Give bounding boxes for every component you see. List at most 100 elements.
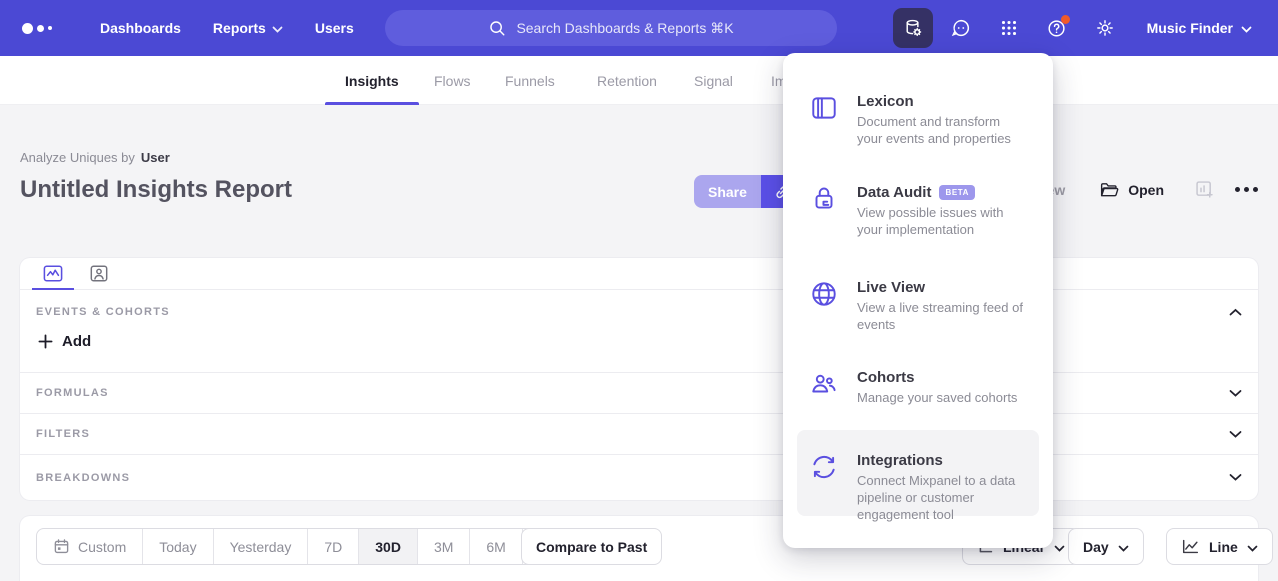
tab-label: Funnels (505, 73, 555, 89)
range-today[interactable]: Today (143, 529, 213, 564)
tab-label: Insights (345, 73, 399, 89)
range-label: 30D (375, 539, 401, 555)
menu-item-title: Lexicon (857, 93, 1027, 110)
logo-dot (22, 23, 33, 34)
builder-tab-row (20, 258, 1258, 290)
tab-events-metrics[interactable] (30, 258, 76, 289)
nav-item-users[interactable]: Users (315, 20, 354, 36)
logo-dot (37, 25, 44, 32)
calendar-icon (53, 538, 70, 555)
range-label: Custom (78, 539, 126, 555)
notification-dot (1061, 15, 1070, 24)
section-formulas[interactable]: FORMULAS (20, 373, 1258, 414)
chevron-down-icon (1054, 539, 1065, 555)
tab-label: Flows (434, 73, 471, 89)
lexicon-icon (807, 93, 841, 127)
nav-item-label: Users (315, 20, 354, 36)
tab-flows[interactable]: Flows (434, 56, 471, 105)
nav-icon-group: Music Finder (885, 0, 1278, 56)
share-button[interactable]: Share (694, 175, 761, 208)
chevron-up-icon[interactable] (1229, 308, 1242, 317)
compare-label: Compare to Past (536, 539, 647, 555)
beta-badge: BETA (939, 185, 975, 200)
menu-item-integrations[interactable]: Integrations Connect Mixpanel to a data … (797, 430, 1039, 516)
tab-retention[interactable]: Retention (597, 56, 657, 105)
integrations-sync-icon (807, 452, 841, 486)
page-title[interactable]: Untitled Insights Report (20, 176, 292, 204)
database-gear-icon (902, 17, 924, 39)
mixpanel-logo[interactable] (22, 23, 68, 34)
menu-item-desc: Connect Mixpanel to a data pipeline or c… (857, 472, 1027, 523)
chevron-down-icon (1229, 430, 1242, 439)
compare-to-past-button[interactable]: Compare to Past (521, 528, 662, 565)
chart-add-icon (1194, 179, 1215, 200)
help-button[interactable] (1037, 8, 1077, 48)
range-label: Yesterday (230, 539, 292, 555)
menu-item-live-view[interactable]: Live View View a live streaming feed of … (797, 269, 1039, 343)
menu-item-cohorts[interactable]: Cohorts Manage your saved cohorts (797, 359, 1039, 416)
range-7d[interactable]: 7D (308, 529, 359, 564)
menu-item-lexicon[interactable]: Lexicon Document and transform your even… (797, 83, 1039, 157)
subtitle-value[interactable]: User (141, 150, 170, 165)
nav-item-reports[interactable]: Reports (213, 20, 283, 36)
menu-item-desc: Manage your saved cohorts (857, 389, 1017, 406)
feedback-bubble-icon (950, 17, 972, 39)
tab-funnels[interactable]: Funnels (505, 56, 555, 105)
menu-item-desc: Document and transform your events and p… (857, 113, 1027, 147)
chevron-down-icon (1229, 389, 1242, 398)
line-chart-icon (1181, 538, 1200, 555)
range-3m[interactable]: 3M (418, 529, 470, 564)
report-tab-bar: Insights Flows Funnels Retention Signal … (0, 56, 1278, 105)
range-label: Today (159, 539, 196, 555)
section-label: BREAKDOWNS (36, 472, 130, 484)
top-navigation-bar: Dashboards Reports Users Search Dashboar… (0, 0, 1278, 56)
data-management-button[interactable] (893, 8, 933, 48)
data-management-menu: Lexicon Document and transform your even… (783, 53, 1053, 548)
cohorts-icon (807, 369, 841, 403)
tab-signal[interactable]: Signal (694, 56, 733, 105)
gear-icon (1094, 17, 1116, 39)
add-event-button[interactable]: Add (38, 333, 91, 350)
more-options-button[interactable] (1235, 187, 1258, 192)
share-label: Share (708, 184, 747, 200)
chart-type-label: Line (1209, 539, 1238, 555)
help-icon (1046, 17, 1068, 39)
nav-item-dashboards[interactable]: Dashboards (100, 20, 181, 36)
search-placeholder: Search Dashboards & Reports ⌘K (516, 20, 733, 37)
chevron-down-icon (1118, 539, 1129, 555)
range-label: 3M (434, 539, 453, 555)
tab-user-profiles[interactable] (76, 258, 122, 289)
workspace-name: Music Finder (1147, 20, 1233, 36)
add-to-dashboard-button[interactable] (1194, 179, 1215, 200)
range-30d[interactable]: 30D (359, 529, 418, 564)
section-label: FORMULAS (36, 387, 109, 399)
range-label: 6M (486, 539, 505, 555)
menu-item-desc: View a live streaming feed of events (857, 299, 1027, 333)
nav-item-label: Reports (213, 20, 266, 36)
data-audit-icon (807, 184, 841, 218)
apps-grid-button[interactable] (989, 8, 1029, 48)
interval-dropdown[interactable]: Day (1068, 528, 1144, 565)
workspace-switcher[interactable]: Music Finder (1147, 20, 1252, 36)
section-breakdowns[interactable]: BREAKDOWNS (20, 455, 1258, 500)
section-events-cohorts: EVENTS & COHORTS Add (20, 290, 1258, 373)
range-yesterday[interactable]: Yesterday (214, 529, 309, 564)
range-custom[interactable]: Custom (37, 529, 143, 564)
open-report-button[interactable]: Open (1099, 181, 1164, 199)
search-input[interactable]: Search Dashboards & Reports ⌘K (385, 10, 837, 46)
chart-type-dropdown[interactable]: Line (1166, 528, 1273, 565)
feedback-button[interactable] (941, 8, 981, 48)
subtitle-prefix: Analyze Uniques by (20, 150, 135, 165)
range-6m[interactable]: 6M (470, 529, 522, 564)
range-label: 7D (324, 539, 342, 555)
person-tab-icon (89, 264, 109, 283)
date-range-selector: Custom Today Yesterday 7D 30D 3M 6M 12M (36, 528, 583, 565)
add-label: Add (62, 333, 91, 350)
tab-insights[interactable]: Insights (345, 56, 399, 105)
section-filters[interactable]: FILTERS (20, 414, 1258, 455)
open-label: Open (1128, 182, 1164, 198)
logo-dot (48, 26, 52, 30)
settings-button[interactable] (1085, 8, 1125, 48)
menu-item-title: Integrations (857, 452, 1027, 469)
menu-item-data-audit[interactable]: Data Audit BETA View possible issues wit… (797, 174, 1039, 248)
